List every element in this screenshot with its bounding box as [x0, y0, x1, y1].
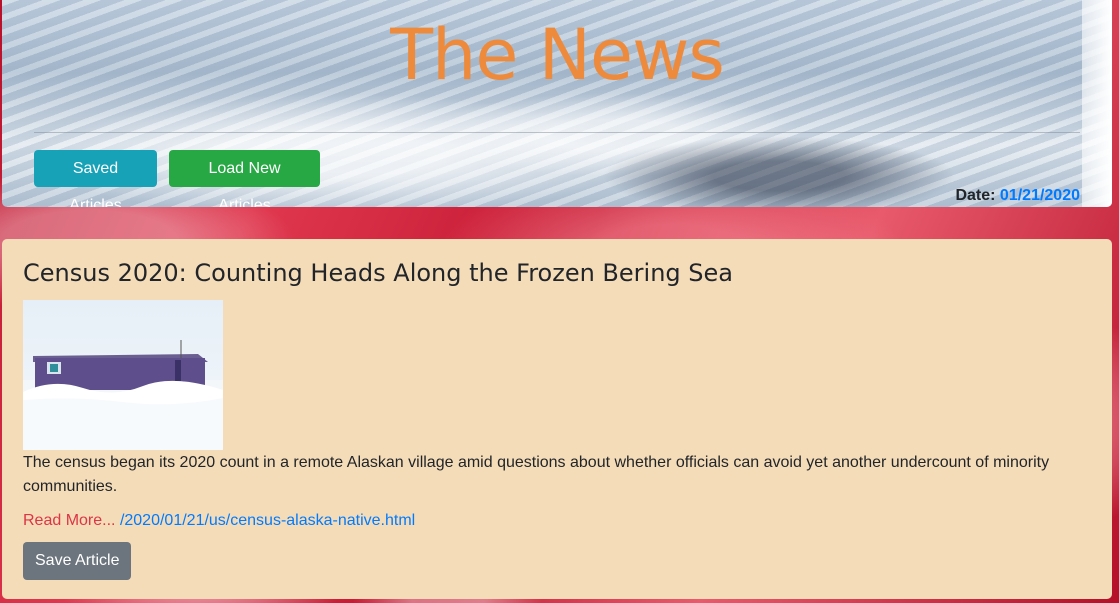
saved-articles-button[interactable]: Saved Articles [34, 150, 157, 207]
article-title: Census 2020: Counting Heads Along the Fr… [23, 259, 733, 287]
read-more-label: Read More... [23, 512, 116, 529]
article-link[interactable]: /2020/01/21/us/census-alaska-native.html [120, 512, 415, 529]
date-display: Date: 01/21/2020 [955, 187, 1080, 205]
article-card: Census 2020: Counting Heads Along the Fr… [2, 239, 1112, 599]
save-article-button[interactable]: Save Article [23, 542, 132, 580]
date-value: 01/21/2020 [999, 187, 1080, 204]
read-more-line: Read More... /2020/01/21/us/census-alask… [23, 512, 415, 530]
load-new-articles-button[interactable]: Load New Articles [169, 150, 320, 207]
article-summary: The census began its 2020 count in a rem… [23, 454, 1050, 495]
date-label: Date: [955, 187, 996, 204]
site-title: The News [390, 14, 725, 96]
article-image [23, 300, 223, 450]
header-jumbotron: The News Saved Articles Load New Article… [2, 0, 1112, 207]
header-divider [34, 132, 1080, 133]
